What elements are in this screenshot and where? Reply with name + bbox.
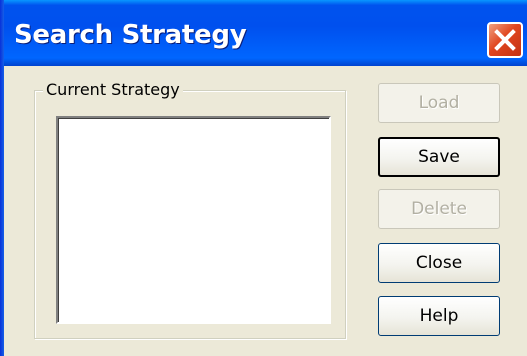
close-button[interactable]: Close	[378, 243, 500, 283]
delete-button[interactable]: Delete	[378, 189, 500, 229]
load-button[interactable]: Load	[378, 83, 500, 123]
window-left-border	[0, 0, 4, 356]
save-button[interactable]: Save	[378, 137, 500, 177]
search-strategy-dialog: Search Strategy Current Strategy Load Sa…	[0, 0, 527, 356]
title-bar[interactable]: Search Strategy	[0, 0, 527, 66]
strategy-listbox[interactable]	[56, 116, 331, 324]
window-title: Search Strategy	[14, 20, 247, 50]
current-strategy-label: Current Strategy	[43, 80, 183, 99]
help-button[interactable]: Help	[378, 296, 500, 336]
close-window-button[interactable]	[487, 22, 523, 58]
close-x-icon	[494, 29, 516, 51]
